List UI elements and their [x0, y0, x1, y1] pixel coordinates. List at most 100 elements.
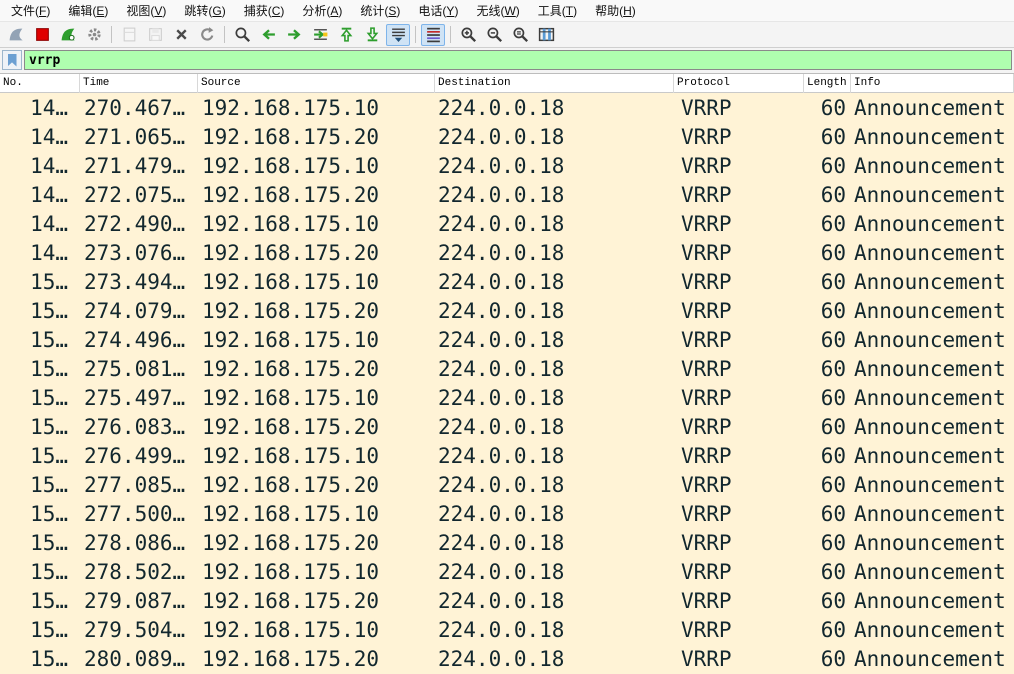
menu-item-help[interactable]: 帮助(H): [586, 0, 645, 22]
cell-source: 192.168.175.10: [198, 154, 435, 178]
cell-protocol: VRRP: [674, 473, 804, 497]
cell-length: 60: [804, 154, 851, 178]
cell-time: 273.076…: [80, 241, 198, 265]
wireshark-fin-green-icon: [60, 26, 77, 43]
cell-length: 60: [804, 125, 851, 149]
packet-row[interactable]: 14…273.076…192.168.175.20224.0.0.18VRRP6…: [0, 238, 1014, 267]
menu-item-tools[interactable]: 工具(T): [529, 0, 586, 22]
menu-item-go[interactable]: 跳转(G): [175, 0, 234, 22]
zoom-original-button[interactable]: [508, 24, 532, 46]
display-filter-input[interactable]: [24, 50, 1012, 70]
column-header-length[interactable]: Length: [804, 74, 851, 93]
packet-row[interactable]: 15…274.079…192.168.175.20224.0.0.18VRRP6…: [0, 296, 1014, 325]
menu-item-analyze[interactable]: 分析(A): [293, 0, 351, 22]
cell-info: Announcement: [851, 212, 1014, 236]
column-header-source[interactable]: Source: [198, 74, 435, 93]
toolbar-separator: [111, 26, 112, 43]
cell-destination: 224.0.0.18: [435, 386, 674, 410]
packet-row[interactable]: 15…275.497…192.168.175.10224.0.0.18VRRP6…: [0, 383, 1014, 412]
menu-item-capture[interactable]: 捕获(C): [235, 0, 294, 22]
cell-destination: 224.0.0.18: [435, 154, 674, 178]
cell-time: 277.085…: [80, 473, 198, 497]
packet-row[interactable]: 15…276.083…192.168.175.20224.0.0.18VRRP6…: [0, 412, 1014, 441]
packet-row[interactable]: 15…276.499…192.168.175.10224.0.0.18VRRP6…: [0, 441, 1014, 470]
packet-row[interactable]: 14…271.479…192.168.175.10224.0.0.18VRRP6…: [0, 151, 1014, 180]
arrow-right-icon: [286, 26, 303, 43]
cell-info: Announcement: [851, 473, 1014, 497]
packet-row[interactable]: 14…270.467…192.168.175.10224.0.0.18VRRP6…: [0, 93, 1014, 122]
menu-item-file[interactable]: 文件(F): [2, 0, 59, 22]
go-back-button[interactable]: [256, 24, 280, 46]
magnifier-icon: [234, 26, 251, 43]
start-capture-button[interactable]: [4, 24, 28, 46]
packet-row[interactable]: 15…273.494…192.168.175.10224.0.0.18VRRP6…: [0, 267, 1014, 296]
go-forward-button[interactable]: [282, 24, 306, 46]
packet-row[interactable]: 14…271.065…192.168.175.20224.0.0.18VRRP6…: [0, 122, 1014, 151]
cell-destination: 224.0.0.18: [435, 125, 674, 149]
cell-no: 15…: [0, 299, 80, 323]
menu-item-view[interactable]: 视图(V): [117, 0, 175, 22]
cell-destination: 224.0.0.18: [435, 212, 674, 236]
packet-row[interactable]: 15…275.081…192.168.175.20224.0.0.18VRRP6…: [0, 354, 1014, 383]
go-to-first-button[interactable]: [334, 24, 358, 46]
go-to-last-button[interactable]: [360, 24, 384, 46]
cell-info: Announcement: [851, 183, 1014, 207]
cell-no: 14…: [0, 212, 80, 236]
packet-row[interactable]: 15…274.496…192.168.175.10224.0.0.18VRRP6…: [0, 325, 1014, 354]
column-header-destination[interactable]: Destination: [435, 74, 674, 93]
packet-row[interactable]: 15…278.086…192.168.175.20224.0.0.18VRRP6…: [0, 528, 1014, 557]
cell-time: 280.089…: [80, 647, 198, 671]
go-to-packet-button[interactable]: [308, 24, 332, 46]
cell-info: Announcement: [851, 502, 1014, 526]
cell-source: 192.168.175.20: [198, 357, 435, 381]
cell-length: 60: [804, 241, 851, 265]
find-packet-button[interactable]: [230, 24, 254, 46]
packet-row[interactable]: 15…279.087…192.168.175.20224.0.0.18VRRP6…: [0, 586, 1014, 615]
cell-source: 192.168.175.20: [198, 125, 435, 149]
menu-item-wireless[interactable]: 无线(W): [467, 0, 528, 22]
column-header-no[interactable]: No.: [0, 74, 80, 93]
reload-file-button[interactable]: [195, 24, 219, 46]
filter-bookmark-button[interactable]: [2, 50, 22, 70]
cell-protocol: VRRP: [674, 502, 804, 526]
capture-options-button[interactable]: [82, 24, 106, 46]
cell-destination: 224.0.0.18: [435, 502, 674, 526]
close-file-button[interactable]: [169, 24, 193, 46]
packet-row[interactable]: 15…277.500…192.168.175.10224.0.0.18VRRP6…: [0, 499, 1014, 528]
packet-row[interactable]: 15…277.085…192.168.175.20224.0.0.18VRRP6…: [0, 470, 1014, 499]
zoom-out-button[interactable]: [482, 24, 506, 46]
cell-time: 279.087…: [80, 589, 198, 613]
resize-columns-button[interactable]: [534, 24, 558, 46]
cell-info: Announcement: [851, 270, 1014, 294]
packet-list-body[interactable]: 14…270.467…192.168.175.10224.0.0.18VRRP6…: [0, 93, 1014, 674]
column-header-time[interactable]: Time: [80, 74, 198, 93]
cell-no: 15…: [0, 560, 80, 584]
cell-source: 192.168.175.20: [198, 531, 435, 555]
cell-length: 60: [804, 299, 851, 323]
column-header-protocol[interactable]: Protocol: [674, 74, 804, 93]
auto-scroll-button[interactable]: [386, 24, 410, 46]
cell-info: Announcement: [851, 96, 1014, 120]
cell-destination: 224.0.0.18: [435, 357, 674, 381]
colorize-packets-button[interactable]: [421, 24, 445, 46]
packet-row[interactable]: 15…279.504…192.168.175.10224.0.0.18VRRP6…: [0, 615, 1014, 644]
packet-row[interactable]: 14…272.075…192.168.175.20224.0.0.18VRRP6…: [0, 180, 1014, 209]
cell-no: 15…: [0, 415, 80, 439]
column-header-info[interactable]: Info: [851, 74, 1014, 93]
cell-protocol: VRRP: [674, 531, 804, 555]
cell-protocol: VRRP: [674, 328, 804, 352]
cell-destination: 224.0.0.18: [435, 183, 674, 207]
zoom-in-button[interactable]: [456, 24, 480, 46]
reload-icon: [199, 26, 216, 43]
stop-capture-button[interactable]: [30, 24, 54, 46]
packet-row[interactable]: 14…272.490…192.168.175.10224.0.0.18VRRP6…: [0, 209, 1014, 238]
packet-row[interactable]: 15…280.089…192.168.175.20224.0.0.18VRRP6…: [0, 644, 1014, 673]
cell-protocol: VRRP: [674, 212, 804, 236]
cell-protocol: VRRP: [674, 386, 804, 410]
menu-item-edit[interactable]: 编辑(E): [59, 0, 117, 22]
restart-capture-button[interactable]: [56, 24, 80, 46]
menu-item-statistics[interactable]: 统计(S): [351, 0, 409, 22]
cell-info: Announcement: [851, 560, 1014, 584]
packet-row[interactable]: 15…278.502…192.168.175.10224.0.0.18VRRP6…: [0, 557, 1014, 586]
menu-item-telephony[interactable]: 电话(Y): [409, 0, 467, 22]
